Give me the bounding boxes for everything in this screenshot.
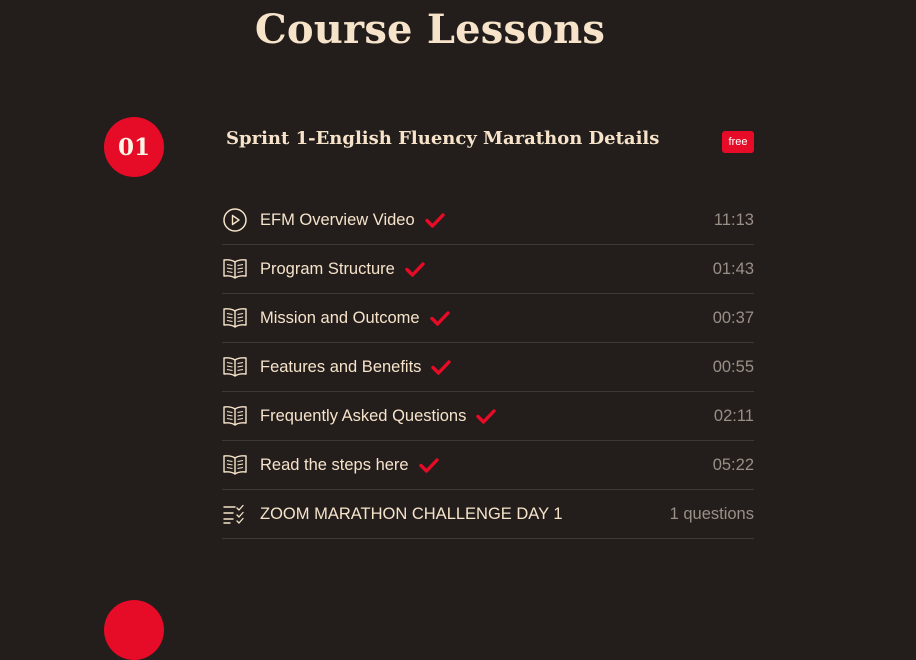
checkmark-icon <box>405 261 425 277</box>
lesson-title[interactable]: Read the steps here <box>260 456 409 475</box>
lesson-title[interactable]: EFM Overview Video <box>260 211 415 230</box>
section-title[interactable]: Sprint 1-English Fluency Marathon Detail… <box>226 128 659 149</box>
book-icon <box>222 354 250 380</box>
lesson-row[interactable]: Program Structure 01:43 <box>222 245 754 294</box>
lesson-list: EFM Overview Video 11:13 Program Structu… <box>222 196 754 539</box>
checkmark-icon <box>429 310 450 326</box>
lesson-title[interactable]: Features and Benefits <box>260 358 421 377</box>
page-title: Course Lessons <box>254 6 606 53</box>
checkmark-icon <box>424 212 445 228</box>
lesson-row[interactable]: Mission and Outcome 00:37 <box>222 294 754 343</box>
lesson-title[interactable]: Frequently Asked Questions <box>260 407 466 426</box>
lesson-title[interactable]: Mission and Outcome <box>260 309 420 328</box>
play-circle-icon <box>222 207 250 233</box>
book-icon <box>222 452 250 478</box>
checkmark-icon <box>431 359 452 375</box>
lesson-duration: 00:55 <box>712 357 754 376</box>
checkmark-icon <box>476 408 497 424</box>
free-badge: free <box>722 131 754 153</box>
quiz-list-icon <box>222 501 250 527</box>
lesson-row[interactable]: ZOOM MARATHON CHALLENGE DAY 1 1 question… <box>222 490 754 539</box>
next-section-number-badge <box>104 600 164 660</box>
lesson-title[interactable]: Program Structure <box>260 260 395 279</box>
lesson-title[interactable]: ZOOM MARATHON CHALLENGE DAY 1 <box>260 505 563 524</box>
book-icon <box>222 305 250 331</box>
lesson-row[interactable]: Frequently Asked Questions 02:11 <box>222 392 754 441</box>
checkmark-icon <box>418 457 439 473</box>
lesson-row[interactable]: EFM Overview Video 11:13 <box>222 196 754 245</box>
book-icon <box>222 403 250 429</box>
lesson-question-count: 1 questions <box>669 504 754 523</box>
lesson-row[interactable]: Read the steps here 05:22 <box>222 441 754 490</box>
lesson-duration: 05:22 <box>712 455 754 474</box>
lesson-duration: 02:11 <box>713 406 754 425</box>
lesson-duration: 00:37 <box>712 308 754 327</box>
lesson-duration: 01:43 <box>712 259 754 278</box>
lesson-duration: 11:13 <box>713 210 754 229</box>
book-icon <box>222 256 250 282</box>
section-number-badge: 01 <box>104 117 164 177</box>
lesson-row[interactable]: Features and Benefits 00:55 <box>222 343 754 392</box>
